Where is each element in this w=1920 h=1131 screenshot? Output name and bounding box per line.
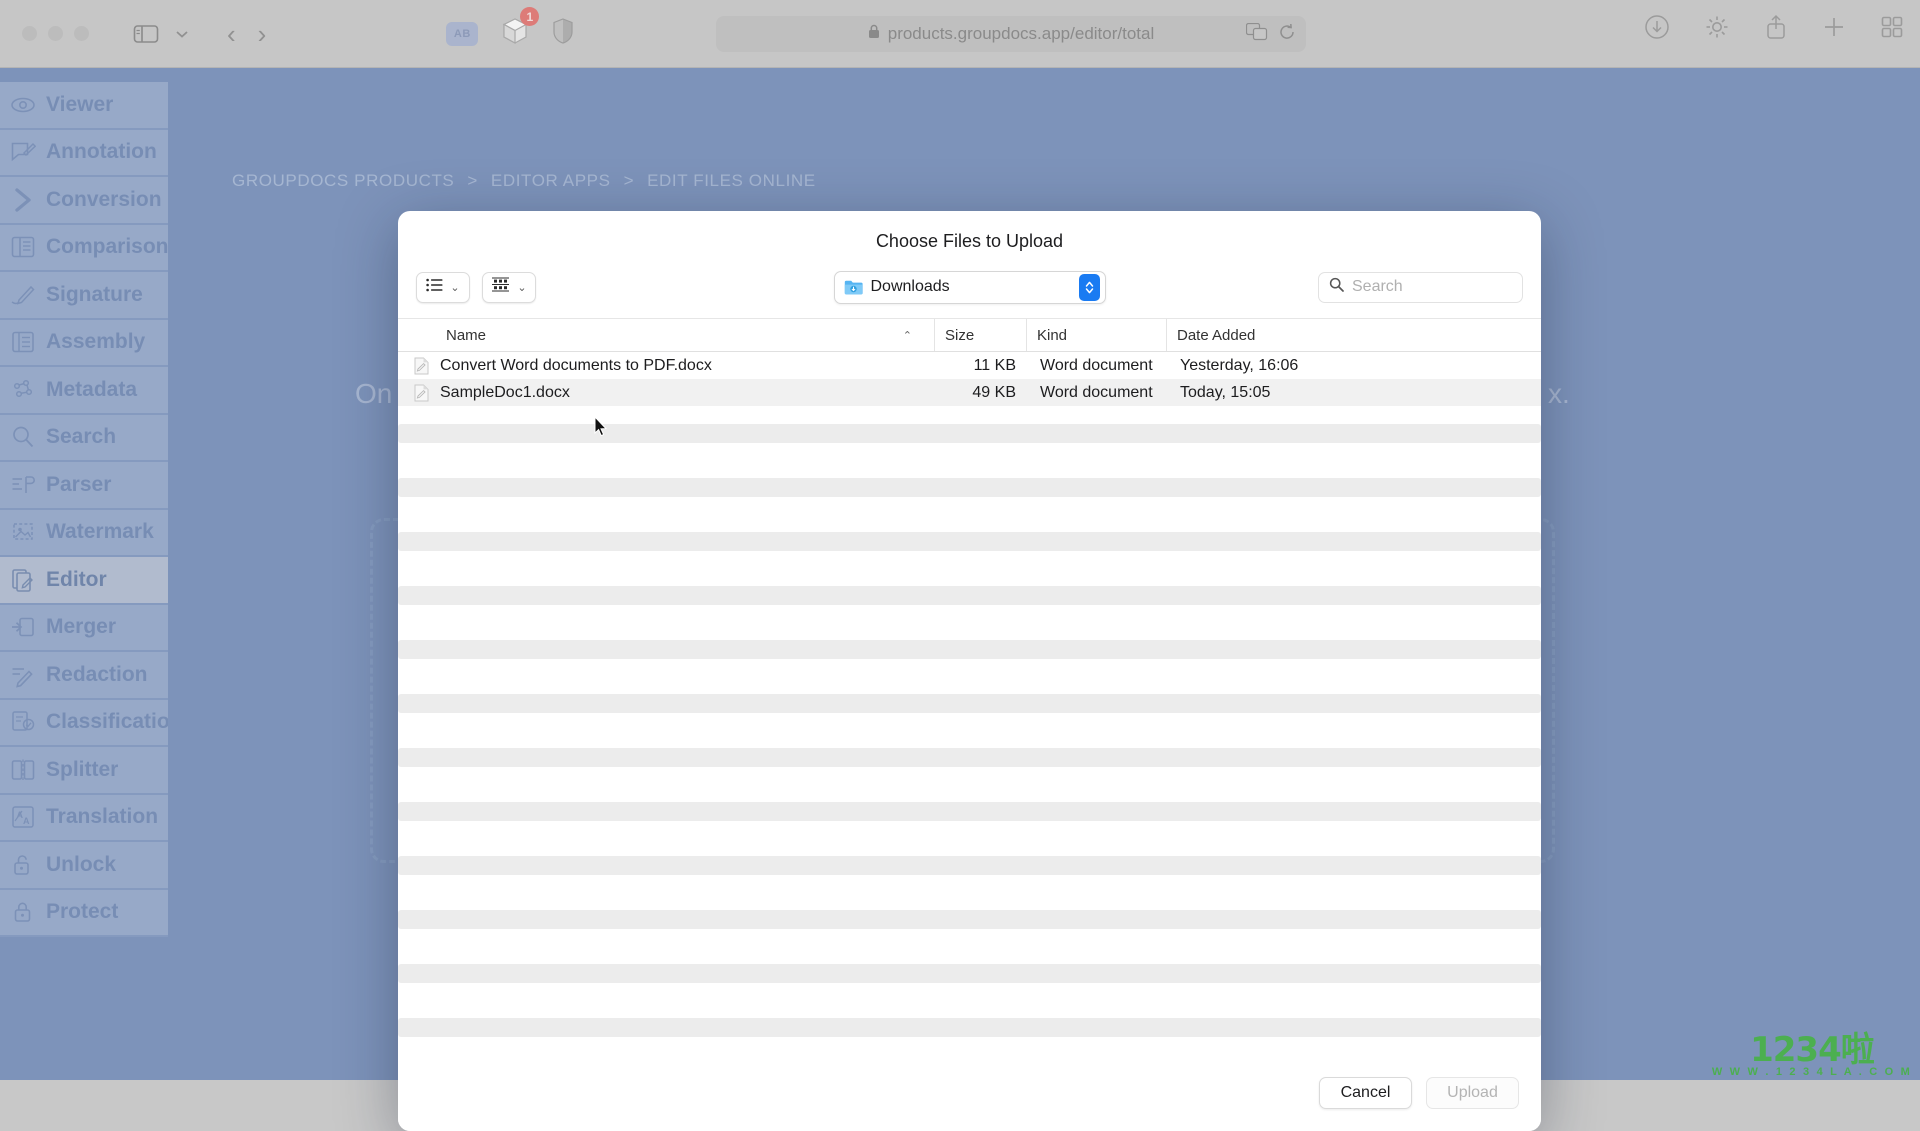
chevron-down-icon: ⌄	[517, 281, 526, 294]
word-document-icon	[414, 384, 429, 402]
grid-view-icon	[491, 277, 510, 297]
sort-ascending-icon: ⌃	[893, 319, 922, 351]
file-size: 49 KB	[934, 384, 1026, 402]
file-size: 11 KB	[934, 357, 1026, 375]
sidebar-icon[interactable]	[129, 19, 163, 49]
file-name: Convert Word documents to PDF.docx	[440, 357, 712, 375]
placeholder-row	[398, 690, 1541, 717]
translate-icon[interactable]	[1246, 23, 1268, 46]
search-placeholder: Search	[1352, 278, 1403, 296]
placeholder-bar	[398, 748, 1541, 767]
browser-toolbar: ‹ › AB 1 products.groupdocs.app/editor/t…	[0, 0, 1920, 68]
mouse-cursor	[594, 416, 608, 436]
icon-view-button[interactable]: ⌄	[482, 272, 536, 303]
file-kind: Word document	[1026, 357, 1166, 375]
upload-file-dialog: Choose Files to Upload ⌄ ⌄ Downloads	[398, 211, 1541, 1131]
placeholder-bar	[398, 532, 1541, 551]
cancel-button[interactable]: Cancel	[1319, 1077, 1412, 1109]
placeholder-row	[398, 960, 1541, 987]
file-date-added: Yesterday, 16:06	[1166, 357, 1541, 375]
column-header-name[interactable]: Name ⌃	[398, 319, 934, 351]
placeholder-bar	[398, 478, 1541, 497]
table-row[interactable]: Convert Word documents to PDF.docx 11 KB…	[398, 352, 1541, 379]
dialog-toolbar: ⌄ ⌄ Downloads S	[398, 256, 1541, 318]
placeholder-bar	[398, 1018, 1541, 1037]
reload-icon[interactable]	[1278, 23, 1296, 46]
downloads-folder-icon	[844, 279, 863, 295]
file-list[interactable]: Convert Word documents to PDF.docx 11 KB…	[398, 352, 1541, 1055]
watermark-main-text: 1234啦	[1712, 1033, 1912, 1067]
settings-gear-icon[interactable]	[1704, 14, 1730, 45]
placeholder-bar	[398, 910, 1541, 929]
empty-row-placeholders	[398, 420, 1541, 1055]
dialog-footer: Cancel Upload	[398, 1055, 1541, 1131]
placeholder-row	[398, 1014, 1541, 1041]
lock-icon	[868, 24, 880, 44]
forward-icon[interactable]: ›	[258, 21, 267, 47]
file-name: SampleDoc1.docx	[440, 384, 570, 402]
placeholder-row	[398, 528, 1541, 555]
chevron-down-icon[interactable]	[165, 19, 199, 49]
new-tab-icon[interactable]	[1822, 15, 1846, 44]
search-input[interactable]: Search	[1318, 272, 1523, 303]
file-name-cell: Convert Word documents to PDF.docx	[398, 357, 934, 375]
reader-icon[interactable]	[552, 18, 574, 49]
placeholder-row	[398, 474, 1541, 501]
minimize-window-button[interactable]	[48, 26, 63, 41]
stepper-up-down-icon[interactable]	[1079, 274, 1100, 301]
web-page: GROUPDOCS PRODUCTS > EDITOR APPS > EDIT …	[0, 68, 1920, 1080]
file-table-header: Name ⌃ Size Kind Date Added	[398, 318, 1541, 352]
word-document-icon	[414, 357, 429, 375]
back-icon[interactable]: ‹	[227, 21, 236, 47]
placeholder-bar	[398, 856, 1541, 875]
search-icon	[1329, 277, 1344, 297]
folder-path-label: Downloads	[871, 278, 1079, 296]
window-traffic-lights[interactable]	[22, 26, 89, 41]
folder-path-popup[interactable]: Downloads	[834, 271, 1106, 304]
dialog-title: Choose Files to Upload	[398, 211, 1541, 256]
column-header-date-added[interactable]: Date Added	[1166, 319, 1541, 351]
ab-testing-icon[interactable]: AB	[446, 22, 478, 46]
file-kind: Word document	[1026, 384, 1166, 402]
url-text: products.groupdocs.app/editor/total	[888, 24, 1155, 44]
placeholder-row	[398, 798, 1541, 825]
column-header-size[interactable]: Size	[934, 319, 1026, 351]
notification-badge: 1	[520, 7, 539, 26]
placeholder-bar	[398, 424, 1541, 443]
tab-overview-icon[interactable]	[1880, 15, 1904, 44]
chevron-down-icon: ⌄	[450, 281, 459, 294]
placeholder-row	[398, 420, 1541, 447]
share-icon[interactable]	[1764, 14, 1788, 45]
file-date-added: Today, 15:05	[1166, 384, 1541, 402]
downloads-icon[interactable]	[1644, 14, 1670, 45]
file-name-cell: SampleDoc1.docx	[398, 384, 934, 402]
placeholder-bar	[398, 694, 1541, 713]
close-window-button[interactable]	[22, 26, 37, 41]
placeholder-row	[398, 582, 1541, 609]
site-watermark: 1234啦 W W W . 1 2 3 4 L A . C O M	[1712, 1033, 1912, 1078]
extensions-cube-icon[interactable]: 1	[500, 16, 530, 51]
maximize-window-button[interactable]	[74, 26, 89, 41]
placeholder-bar	[398, 802, 1541, 821]
placeholder-bar	[398, 586, 1541, 605]
upload-button[interactable]: Upload	[1426, 1077, 1519, 1109]
address-bar[interactable]: products.groupdocs.app/editor/total	[716, 16, 1306, 52]
table-row[interactable]: SampleDoc1.docx 49 KB Word document Toda…	[398, 379, 1541, 406]
column-label: Name	[446, 327, 486, 344]
placeholder-row	[398, 636, 1541, 663]
watermark-sub-text: W W W . 1 2 3 4 L A . C O M	[1712, 1067, 1912, 1078]
placeholder-bar	[398, 640, 1541, 659]
placeholder-row	[398, 852, 1541, 879]
list-view-icon	[426, 278, 443, 297]
list-view-button[interactable]: ⌄	[416, 272, 470, 303]
column-header-kind[interactable]: Kind	[1026, 319, 1166, 351]
placeholder-row	[398, 906, 1541, 933]
placeholder-row	[398, 744, 1541, 771]
placeholder-bar	[398, 964, 1541, 983]
